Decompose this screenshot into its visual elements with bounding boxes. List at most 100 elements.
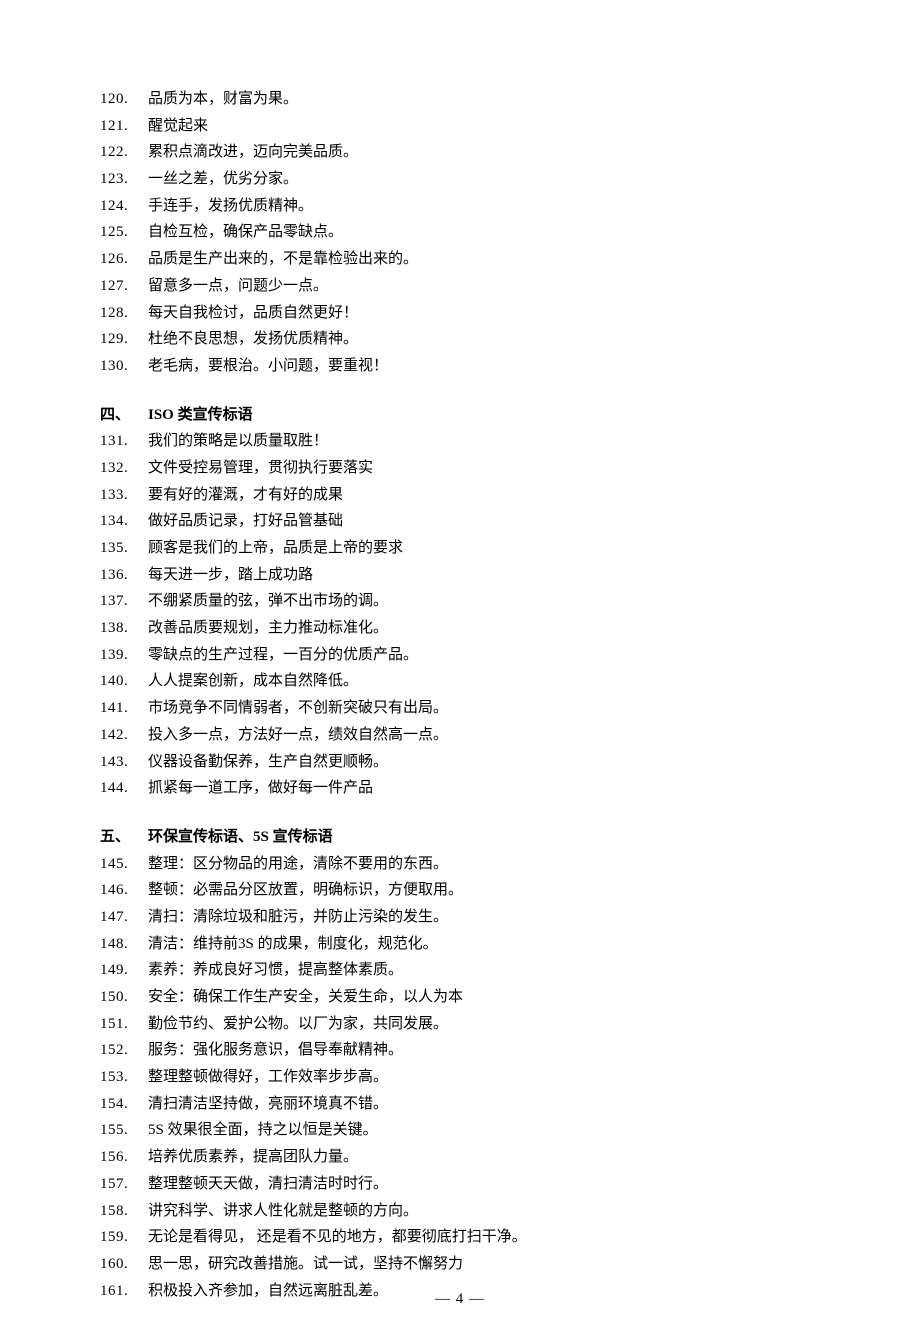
list-item: 154.清扫清洁坚持做，亮丽环境真不错。 xyxy=(100,1091,820,1118)
item-number: 157. xyxy=(100,1171,148,1198)
item-number: 131. xyxy=(100,428,148,455)
document-page: 120.品质为本，财富为果。121.醒觉起来122.累积点滴改进，迈向完美品质。… xyxy=(0,0,920,1344)
list-item: 131.我们的策略是以质量取胜！ xyxy=(100,428,820,455)
heading-number: 四、 xyxy=(100,402,148,429)
list-item: 146.整顿：必需品分区放置，明确标识，方便取用。 xyxy=(100,877,820,904)
item-number: 159. xyxy=(100,1224,148,1251)
item-text: 清扫清洁坚持做，亮丽环境真不错。 xyxy=(148,1091,820,1118)
list-item: 126.品质是生产出来的，不是靠检验出来的。 xyxy=(100,246,820,273)
list-item: 153.整理整顿做得好，工作效率步步高。 xyxy=(100,1064,820,1091)
item-number: 134. xyxy=(100,508,148,535)
item-text: 做好品质记录，打好品管基础 xyxy=(148,508,820,535)
item-number: 125. xyxy=(100,219,148,246)
section-3-list: 120.品质为本，财富为果。121.醒觉起来122.累积点滴改进，迈向完美品质。… xyxy=(100,86,820,380)
heading-number: 五、 xyxy=(100,824,148,851)
item-number: 137. xyxy=(100,588,148,615)
list-item: 120.品质为本，财富为果。 xyxy=(100,86,820,113)
list-item: 145.整理：区分物品的用途，清除不要用的东西。 xyxy=(100,851,820,878)
item-text: 市场竞争不同情弱者，不创新突破只有出局。 xyxy=(148,695,820,722)
list-item: 139.零缺点的生产过程，一百分的优质产品。 xyxy=(100,642,820,669)
item-number: 155. xyxy=(100,1117,148,1144)
item-text: 每天自我检讨，品质自然更好！ xyxy=(148,300,820,327)
item-text: 投入多一点，方法好一点，绩效自然高一点。 xyxy=(148,722,820,749)
list-item: 152.服务：强化服务意识，倡导奉献精神。 xyxy=(100,1037,820,1064)
item-number: 149. xyxy=(100,957,148,984)
list-item: 121.醒觉起来 xyxy=(100,113,820,140)
item-text: 醒觉起来 xyxy=(148,113,820,140)
item-number: 120. xyxy=(100,86,148,113)
item-number: 139. xyxy=(100,642,148,669)
section-4-heading: 四、 ISO 类宣传标语 xyxy=(100,402,820,429)
item-text: 5S 效果很全面，持之以恒是关键。 xyxy=(148,1117,820,1144)
item-number: 144. xyxy=(100,775,148,802)
item-text: 自检互检，确保产品零缺点。 xyxy=(148,219,820,246)
item-text: 思一思，研究改善措施。试一试，坚持不懈努力 xyxy=(148,1251,820,1278)
item-number: 141. xyxy=(100,695,148,722)
item-number: 156. xyxy=(100,1144,148,1171)
item-text: 整顿：必需品分区放置，明确标识，方便取用。 xyxy=(148,877,820,904)
list-item: 158.讲究科学、讲求人性化就是整顿的方向。 xyxy=(100,1198,820,1225)
item-text: 讲究科学、讲求人性化就是整顿的方向。 xyxy=(148,1198,820,1225)
list-item: 124.手连手，发扬优质精神。 xyxy=(100,193,820,220)
list-item: 127.留意多一点，问题少一点。 xyxy=(100,273,820,300)
item-number: 128. xyxy=(100,300,148,327)
list-item: 125.自检互检，确保产品零缺点。 xyxy=(100,219,820,246)
list-item: 133.要有好的灌溉，才有好的成果 xyxy=(100,482,820,509)
section-5-list: 145.整理：区分物品的用途，清除不要用的东西。146.整顿：必需品分区放置，明… xyxy=(100,851,820,1305)
item-text: 不绷紧质量的弦，弹不出市场的调。 xyxy=(148,588,820,615)
item-number: 122. xyxy=(100,139,148,166)
page-number: — 4 — xyxy=(0,1286,920,1313)
item-text: 素养：养成良好习惯，提高整体素质。 xyxy=(148,957,820,984)
item-number: 154. xyxy=(100,1091,148,1118)
item-number: 123. xyxy=(100,166,148,193)
item-number: 135. xyxy=(100,535,148,562)
item-text: 安全：确保工作生产安全，关爱生命，以人为本 xyxy=(148,984,820,1011)
item-number: 129. xyxy=(100,326,148,353)
item-text: 品质为本，财富为果。 xyxy=(148,86,820,113)
item-text: 顾客是我们的上帝，品质是上帝的要求 xyxy=(148,535,820,562)
item-number: 145. xyxy=(100,851,148,878)
item-text: 仪器设备勤保养，生产自然更顺畅。 xyxy=(148,749,820,776)
item-text: 改善品质要规划，主力推动标准化。 xyxy=(148,615,820,642)
list-item: 140.人人提案创新，成本自然降低。 xyxy=(100,668,820,695)
list-item: 136.每天进一步，踏上成功路 xyxy=(100,562,820,589)
list-item: 129.杜绝不良思想，发扬优质精神。 xyxy=(100,326,820,353)
list-item: 156.培养优质素养，提高团队力量。 xyxy=(100,1144,820,1171)
item-text: 留意多一点，问题少一点。 xyxy=(148,273,820,300)
list-item: 159.无论是看得见， 还是看不见的地方，都要彻底打扫干净。 xyxy=(100,1224,820,1251)
list-item: 147.清扫：清除垃圾和脏污，并防止污染的发生。 xyxy=(100,904,820,931)
item-text: 整理：区分物品的用途，清除不要用的东西。 xyxy=(148,851,820,878)
item-number: 153. xyxy=(100,1064,148,1091)
list-item: 143.仪器设备勤保养，生产自然更顺畅。 xyxy=(100,749,820,776)
item-text: 整理整顿天天做，清扫清洁时时行。 xyxy=(148,1171,820,1198)
item-text: 品质是生产出来的，不是靠检验出来的。 xyxy=(148,246,820,273)
section-5-heading: 五、 环保宣传标语、5S 宣传标语 xyxy=(100,824,820,851)
list-item: 137.不绷紧质量的弦，弹不出市场的调。 xyxy=(100,588,820,615)
item-number: 142. xyxy=(100,722,148,749)
item-number: 138. xyxy=(100,615,148,642)
item-text: 人人提案创新，成本自然降低。 xyxy=(148,668,820,695)
list-item: 144.抓紧每一道工序，做好每一件产品 xyxy=(100,775,820,802)
item-number: 133. xyxy=(100,482,148,509)
item-number: 126. xyxy=(100,246,148,273)
item-text: 培养优质素养，提高团队力量。 xyxy=(148,1144,820,1171)
item-text: 零缺点的生产过程，一百分的优质产品。 xyxy=(148,642,820,669)
item-text: 每天进一步，踏上成功路 xyxy=(148,562,820,589)
item-text: 累积点滴改进，迈向完美品质。 xyxy=(148,139,820,166)
item-text: 我们的策略是以质量取胜！ xyxy=(148,428,820,455)
list-item: 148.清洁：维持前3S 的成果，制度化，规范化。 xyxy=(100,931,820,958)
item-text: 杜绝不良思想，发扬优质精神。 xyxy=(148,326,820,353)
list-item: 138.改善品质要规划，主力推动标准化。 xyxy=(100,615,820,642)
list-item: 160.思一思，研究改善措施。试一试，坚持不懈努力 xyxy=(100,1251,820,1278)
list-item: 135.顾客是我们的上帝，品质是上帝的要求 xyxy=(100,535,820,562)
item-text: 要有好的灌溉，才有好的成果 xyxy=(148,482,820,509)
item-text: 手连手，发扬优质精神。 xyxy=(148,193,820,220)
item-number: 124. xyxy=(100,193,148,220)
item-number: 136. xyxy=(100,562,148,589)
item-number: 147. xyxy=(100,904,148,931)
item-number: 127. xyxy=(100,273,148,300)
section-4-list: 131.我们的策略是以质量取胜！132.文件受控易管理，贯彻执行要落实133.要… xyxy=(100,428,820,802)
item-number: 130. xyxy=(100,353,148,380)
list-item: 149.素养：养成良好习惯，提高整体素质。 xyxy=(100,957,820,984)
heading-text: ISO 类宣传标语 xyxy=(148,402,820,429)
